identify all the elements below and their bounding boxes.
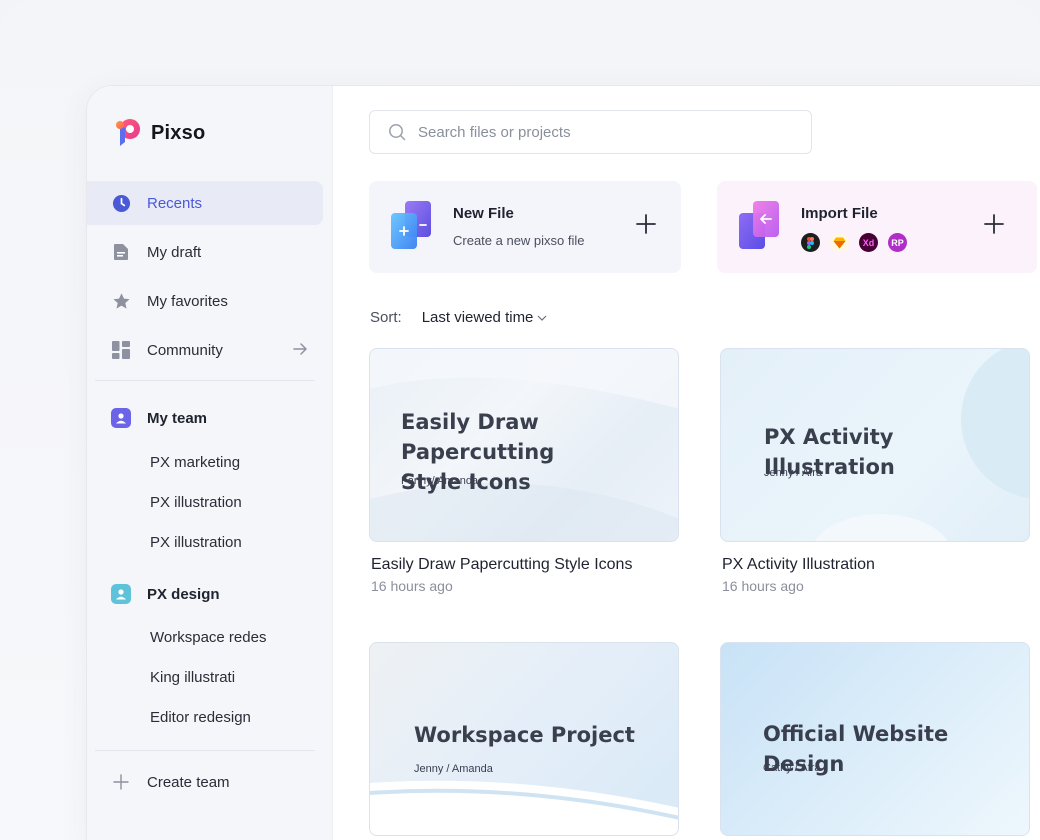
import-file-title: Import File — [801, 205, 878, 222]
document-icon — [111, 242, 131, 262]
sort-value: Last viewed time — [421, 309, 534, 326]
create-team-label: Create team — [147, 773, 230, 791]
new-file-subtitle: Create a new pixso file — [453, 233, 585, 248]
file-card[interactable]: PX Activity Illustration Jenny / Afra — [720, 348, 1030, 542]
new-file-card[interactable]: New File Create a new pixso file — [369, 181, 681, 273]
thumbnail-author: Fanny/ Amanda — [401, 475, 479, 487]
new-file-icon — [391, 201, 431, 249]
sketch-icon — [830, 233, 849, 252]
team-my-team[interactable]: My team — [111, 408, 207, 428]
search-icon — [389, 124, 406, 141]
clock-icon — [111, 193, 131, 213]
nav-item-community[interactable]: Community — [87, 328, 323, 372]
axure-rp-icon: RP — [888, 233, 907, 252]
project-item[interactable]: PX marketing — [150, 454, 240, 471]
thumbnail-title: Workspace Project — [414, 723, 635, 747]
user-icon — [111, 408, 131, 428]
file-name[interactable]: PX Activity Illustration — [722, 556, 875, 574]
new-file-title: New File — [453, 205, 514, 222]
nav-label: My favorites — [147, 292, 228, 310]
file-time: 16 hours ago — [371, 578, 453, 594]
thumbnail-author: Jenny / Afra — [764, 467, 823, 479]
thumbnail-author: Cathy / Afra — [763, 762, 821, 774]
project-item[interactable]: King illustrati — [150, 669, 235, 686]
figma-icon — [801, 233, 820, 252]
xd-icon: Xd — [859, 233, 878, 252]
chevron-down-icon — [537, 315, 547, 321]
file-time: 16 hours ago — [722, 578, 804, 594]
plus-icon — [111, 772, 131, 792]
star-icon — [111, 291, 131, 311]
app-window: Pixso Recents My draft My favorites Comm… — [86, 85, 1040, 840]
arrow-right-icon — [293, 343, 307, 355]
team-name: My team — [147, 409, 208, 427]
search-placeholder: Search files or projects — [418, 123, 571, 141]
brand[interactable]: Pixso — [111, 116, 205, 150]
team-name: PX design — [147, 585, 220, 603]
project-item[interactable]: PX illustration — [150, 494, 242, 511]
import-file-icon — [739, 201, 779, 249]
sort-control[interactable]: Sort: Last viewed time — [370, 309, 547, 326]
project-item[interactable]: PX illustration — [150, 534, 242, 551]
file-card[interactable]: Official Website Design Cathy / Afra — [720, 642, 1030, 836]
plus-icon[interactable] — [983, 213, 1005, 235]
team-px-design[interactable]: PX design — [111, 584, 220, 604]
nav-item-my-favorites[interactable]: My favorites — [87, 279, 323, 323]
file-card[interactable]: Easily Draw Papercutting Style Icons Fan… — [369, 348, 679, 542]
grid-icon — [111, 340, 131, 360]
nav-item-my-draft[interactable]: My draft — [87, 230, 323, 274]
brand-name: Pixso — [151, 121, 206, 144]
divider — [95, 750, 315, 751]
create-team-button[interactable]: Create team — [87, 760, 323, 804]
divider — [95, 380, 315, 381]
nav-label: Community — [147, 341, 223, 359]
nav-label: Recents — [147, 194, 203, 212]
import-file-card[interactable]: Import File Xd RP — [717, 181, 1037, 273]
project-item[interactable]: Workspace redes — [150, 629, 266, 646]
nav-label: My draft — [147, 243, 202, 261]
import-tools: Xd RP — [801, 233, 907, 252]
nav-item-recents[interactable]: Recents — [87, 181, 323, 225]
sort-label: Sort: — [370, 309, 402, 326]
plus-icon[interactable] — [635, 213, 657, 235]
pixso-logo-icon — [116, 119, 140, 146]
project-item[interactable]: Editor redesign — [150, 709, 251, 726]
search-input[interactable]: Search files or projects — [369, 110, 812, 154]
file-card[interactable]: Workspace Project Jenny / Amanda — [369, 642, 679, 836]
file-name[interactable]: Easily Draw Papercutting Style Icons — [371, 556, 632, 574]
user-icon — [111, 584, 131, 604]
sidebar: Pixso Recents My draft My favorites Comm… — [87, 86, 333, 840]
thumbnail-author: Jenny / Amanda — [414, 763, 493, 775]
